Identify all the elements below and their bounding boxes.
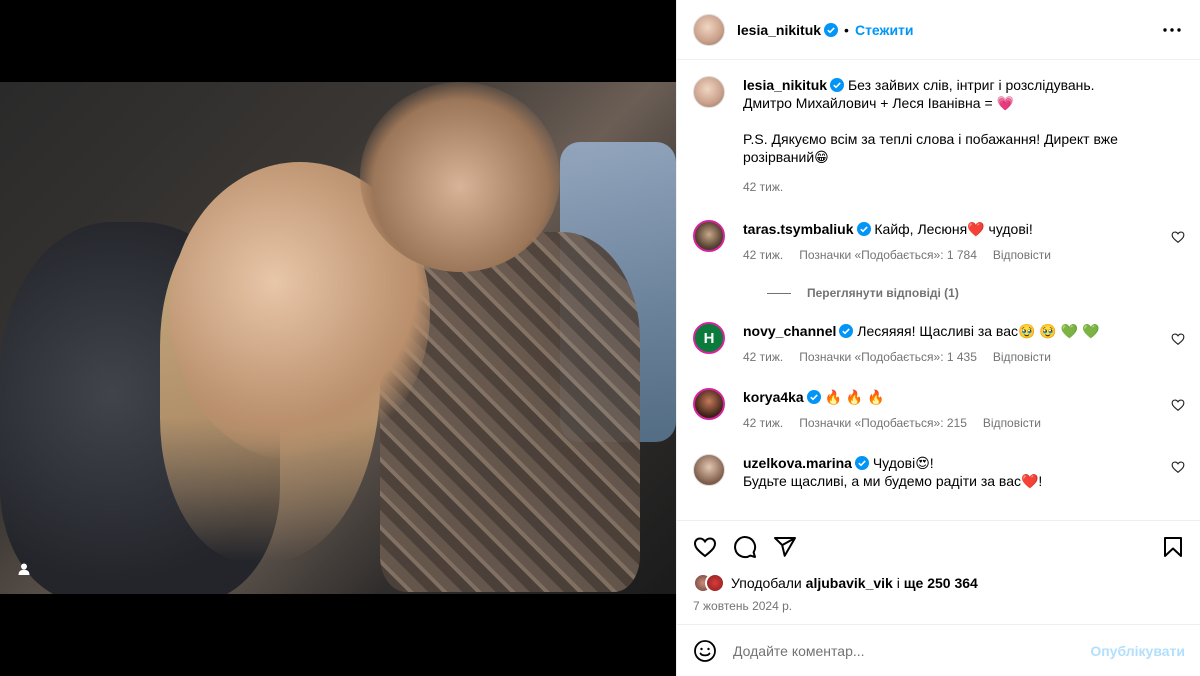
follow-button[interactable]: Стежити <box>855 22 914 38</box>
verified-badge-icon <box>854 456 869 470</box>
verified-badge-icon <box>806 390 821 404</box>
comment-item: korya4ka 🔥 🔥 🔥 42 тиж. Позначки «Подобає… <box>693 388 1185 432</box>
avatar[interactable]: Н <box>693 322 725 354</box>
like-heart-icon[interactable] <box>693 535 717 559</box>
comment-likes-count[interactable]: Позначки «Подобається»: 1 435 <box>799 348 977 366</box>
verified-badge-icon <box>856 222 871 236</box>
tagged-users-icon[interactable] <box>12 557 36 581</box>
comment-text: Кайф, Лесюня❤️ чудові! <box>874 221 1033 237</box>
more-options-icon[interactable] <box>1160 18 1184 42</box>
likes-user[interactable]: aljubavik_vik <box>806 575 893 591</box>
avatar[interactable] <box>693 388 725 420</box>
likes-count[interactable]: ще 250 364 <box>904 575 978 591</box>
reply-button[interactable]: Відповісти <box>993 246 1051 264</box>
comment-likes-count[interactable]: Позначки «Подобається»: 1 784 <box>799 246 977 264</box>
verified-badge-icon <box>830 78 845 92</box>
post-actions: Уподобали aljubavik_vik і ще 250 364 7 ж… <box>677 520 1200 613</box>
post-photo[interactable] <box>0 82 676 594</box>
save-bookmark-icon[interactable] <box>1161 535 1185 559</box>
likes-middle: і <box>896 575 900 591</box>
comment-time[interactable]: 42 тиж. <box>743 246 783 264</box>
comment-input[interactable] <box>733 642 1091 659</box>
post-date[interactable]: 7 жовтень 2024 р. <box>693 599 1185 613</box>
comment-text: Чудові😍! <box>872 455 934 471</box>
comment-item: uzelkova.marina Чудові😍! Будьте щасливі,… <box>693 454 1185 490</box>
comment-text: 🔥 🔥 🔥 <box>824 389 885 405</box>
comments-list[interactable]: lesia_nikituk Без зайвих слів, інтриг і … <box>677 60 1200 520</box>
comment-text-line2: Будьте щасливі, а ми будемо радіти за ва… <box>743 473 1043 489</box>
like-comment-heart-icon[interactable] <box>1171 332 1185 346</box>
view-replies-line <box>767 292 791 294</box>
comment-item: taras.tsymbaliuk Кайф, Лесюня❤️ чудові! … <box>693 220 1185 264</box>
verified-badge-icon <box>824 22 839 37</box>
comment-time[interactable]: 42 тиж. <box>743 414 783 432</box>
reply-button[interactable]: Відповісти <box>993 348 1051 366</box>
comment-username[interactable]: korya4ka <box>743 389 804 405</box>
liker-avatar <box>705 573 725 593</box>
avatar[interactable] <box>693 76 725 108</box>
avatar[interactable] <box>693 13 725 46</box>
post-media-pane <box>0 0 676 676</box>
caption-time[interactable]: 42 тиж. <box>743 178 783 196</box>
comment-time[interactable]: 42 тиж. <box>743 348 783 366</box>
post-header: lesia_nikituk • Стежити <box>677 0 1200 60</box>
separator-dot: • <box>844 21 849 38</box>
comment-bubble-icon[interactable] <box>733 535 757 559</box>
verified-badge-icon <box>839 324 854 338</box>
add-comment-bar: Опублікувати <box>677 624 1200 676</box>
comment-text: Лесяяяя! Щасливі за вас🥹 🥹 💚 💚 <box>857 323 1100 339</box>
photo-region-face-man <box>360 82 560 272</box>
comment-username[interactable]: novy_channel <box>743 323 836 339</box>
caption-text-line2: Дмитро Михайлович + Леся Іванівна = 💗 <box>743 95 1014 111</box>
like-comment-heart-icon[interactable] <box>1171 230 1185 244</box>
caption-text-line1: Без зайвих слів, інтриг і розслідувань. <box>847 77 1095 93</box>
comment-username[interactable]: taras.tsymbaliuk <box>743 221 854 237</box>
emoji-icon[interactable] <box>693 639 717 663</box>
like-comment-heart-icon[interactable] <box>1171 460 1185 474</box>
avatar[interactable] <box>693 454 725 486</box>
share-send-icon[interactable] <box>773 535 797 559</box>
comment-item: Н novy_channel Лесяяяя! Щасливі за вас🥹 … <box>693 322 1185 366</box>
comment-username[interactable]: uzelkova.marina <box>743 455 852 471</box>
post-caption: lesia_nikituk Без зайвих слів, інтриг і … <box>693 76 1185 196</box>
comment-likes-count[interactable]: Позначки «Подобається»: 215 <box>799 414 967 432</box>
avatar[interactable] <box>693 220 725 252</box>
avatar-letter: Н <box>703 329 715 347</box>
like-comment-heart-icon[interactable] <box>1171 398 1185 412</box>
caption-text-line3: P.S. Дякуємо всім за теплі слова і побаж… <box>743 131 1118 165</box>
author-username[interactable]: lesia_nikituk <box>737 22 821 38</box>
view-replies-button[interactable]: Переглянути відповіді (1) <box>767 286 1185 300</box>
reply-button[interactable]: Відповісти <box>983 414 1041 432</box>
likes-prefix: Уподобали <box>731 575 802 591</box>
publish-button[interactable]: Опублікувати <box>1090 643 1185 659</box>
post-side-panel: lesia_nikituk • Стежити lesia_nikituk Бе… <box>676 0 1200 676</box>
caption-username[interactable]: lesia_nikituk <box>743 77 827 93</box>
view-replies-label: Переглянути відповіді (1) <box>807 286 959 300</box>
likes-summary[interactable]: Уподобали aljubavik_vik і ще 250 364 <box>693 573 1185 593</box>
